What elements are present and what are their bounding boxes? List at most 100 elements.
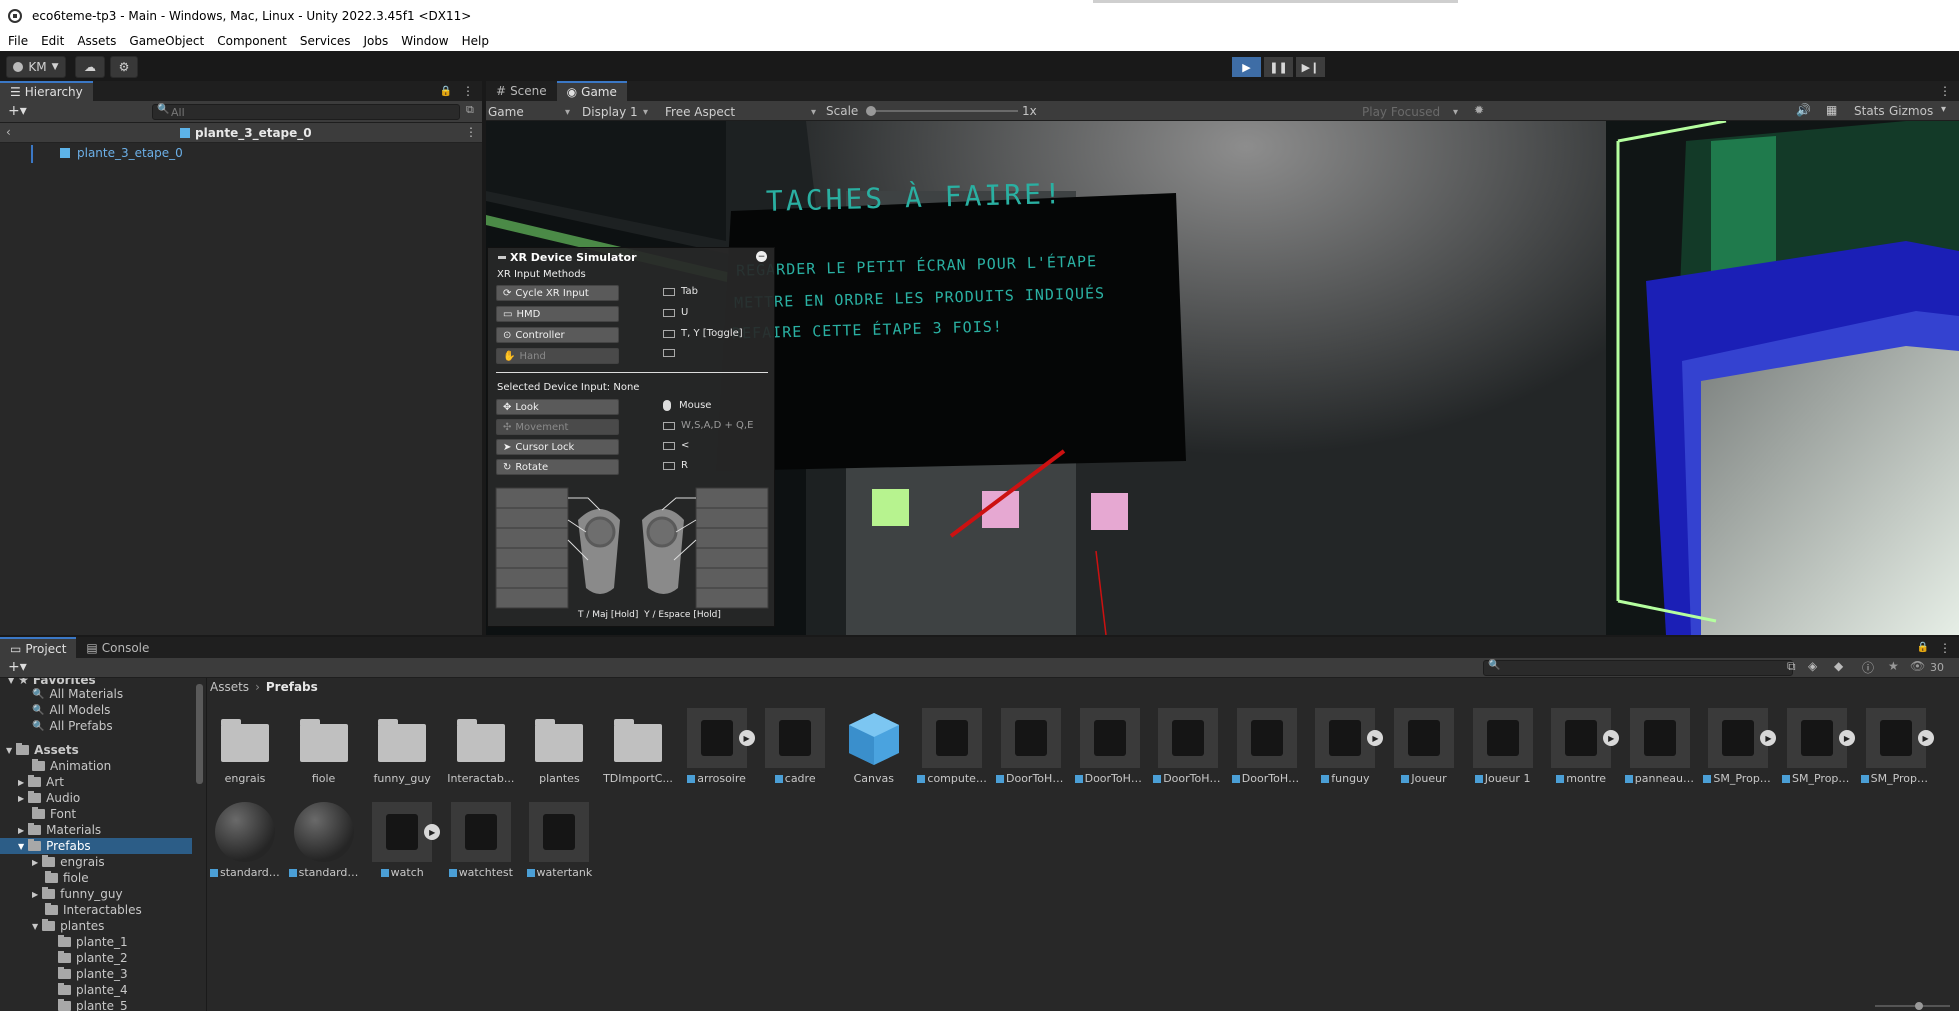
menu-gameobject[interactable]: GameObject — [129, 34, 204, 48]
audio-icon[interactable]: 🔊 — [1796, 103, 1811, 117]
asset-tile[interactable]: Joueur — [1389, 708, 1459, 785]
expand-prefab-icon[interactable]: ▶ — [1603, 730, 1620, 746]
tree-item-font[interactable]: Font — [0, 806, 192, 822]
expand-prefab-icon[interactable]: ▶ — [1917, 730, 1934, 746]
play-button[interactable]: ▶ — [1232, 57, 1261, 77]
tree-item-funny-guy[interactable]: ▶ funny_guy — [0, 886, 192, 902]
favorite-all-materials[interactable]: 🔍 All Materials — [0, 686, 192, 702]
expand-prefab-icon[interactable]: ▶ — [738, 730, 755, 746]
tab-scene[interactable]: # Scene — [486, 81, 557, 101]
asset-tile[interactable]: cadre — [760, 708, 830, 785]
menu-assets[interactable]: Assets — [77, 34, 116, 48]
aspect-dropdown[interactable]: Free Aspect — [663, 103, 818, 121]
hand-button[interactable]: ✋ Hand — [496, 348, 619, 364]
lock-icon[interactable]: 🔒 — [1917, 642, 1929, 653]
rotate-button[interactable]: ↻ Rotate — [496, 459, 619, 475]
bug-icon[interactable]: ✹ — [1474, 103, 1484, 117]
breadcrumb-prefabs[interactable]: Prefabs — [266, 680, 318, 694]
add-icon[interactable]: +▾ — [8, 659, 27, 675]
asset-tile[interactable]: engrais — [210, 708, 280, 785]
stats-button[interactable]: Stats — [1854, 104, 1885, 118]
hmd-button[interactable]: ▭ HMD — [496, 306, 619, 322]
tree-item-prefabs[interactable]: ▼ Prefabs — [0, 838, 192, 854]
visibility-icon[interactable]: 👁 — [1910, 659, 1925, 673]
tree-item-plante-1[interactable]: plante_1 — [0, 934, 192, 950]
more-menu-icon[interactable]: ⋮ — [1939, 641, 1951, 655]
asset-tile[interactable]: DoorToHal... — [1153, 708, 1223, 785]
search-by-type-icon[interactable]: ⧉ — [1787, 659, 1796, 674]
menu-help[interactable]: Help — [462, 34, 489, 48]
asset-tile[interactable]: ▶ funguy — [1310, 708, 1384, 785]
tree-item-plante-2[interactable]: plante_2 — [0, 950, 192, 966]
collapse-icon[interactable]: − — [756, 251, 767, 262]
asset-tile[interactable]: funny_guy — [367, 708, 437, 785]
tree-item-assets[interactable]: ▼ Assets — [0, 742, 192, 758]
asset-tile[interactable]: fiole — [289, 708, 359, 785]
expand-prefab-icon[interactable]: ▶ — [1760, 730, 1777, 746]
account-button[interactable]: KM ▼ — [6, 56, 66, 78]
scale-slider[interactable] — [866, 106, 1018, 116]
add-icon[interactable]: +▾ — [8, 103, 27, 119]
cloud-button[interactable]: ☁ — [75, 56, 105, 78]
asset-tile[interactable]: standardS... — [210, 802, 280, 879]
info-icon[interactable]: ⓘ — [1862, 659, 1874, 676]
menu-edit[interactable]: Edit — [41, 34, 64, 48]
display-dropdown[interactable]: Display 1 — [580, 103, 650, 121]
search-options-icon[interactable]: ⧉ — [466, 103, 474, 117]
menu-file[interactable]: File — [8, 34, 28, 48]
hierarchy-row[interactable]: plante_3_etape_0 — [0, 143, 482, 163]
asset-tile[interactable]: plantes — [524, 708, 594, 785]
asset-tile[interactable]: watertank — [524, 802, 594, 879]
back-chevron-icon[interactable]: ‹ — [6, 125, 11, 139]
cursor-lock-button[interactable]: ➤ Cursor Lock — [496, 439, 619, 455]
menu-jobs[interactable]: Jobs — [364, 34, 389, 48]
asset-tile[interactable]: ▶ SM_Prop_... — [1703, 708, 1777, 785]
step-button[interactable]: ▶❙ — [1296, 57, 1325, 77]
movement-button[interactable]: ✣ Movement — [496, 419, 619, 435]
tree-item-engrais[interactable]: ▶ engrais — [0, 854, 192, 870]
breadcrumb-more-icon[interactable]: ⋮ — [465, 125, 477, 139]
scale-slider-thumb[interactable] — [866, 106, 876, 116]
menu-window[interactable]: Window — [401, 34, 448, 48]
asset-tile[interactable]: ▶ SM_Prop_... — [1860, 708, 1934, 785]
gizmos-button[interactable]: Gizmos — [1889, 104, 1933, 118]
tree-item-plante-4[interactable]: plante_4 — [0, 982, 192, 998]
controller-button[interactable]: ⊙ Controller — [496, 327, 619, 343]
tab-game[interactable]: ◉ Game — [556, 81, 627, 101]
tree-item-audio[interactable]: ▶ Audio — [0, 790, 192, 806]
tree-item-plante-5[interactable]: plante_5 — [0, 998, 192, 1011]
tab-console[interactable]: ▤ Console — [76, 637, 159, 658]
tree-scrollbar[interactable] — [196, 684, 203, 784]
filter-type-icon[interactable]: ◈ — [1808, 659, 1817, 673]
asset-tile[interactable]: DoorToHal... — [1231, 708, 1302, 785]
expand-prefab-icon[interactable]: ▶ — [1367, 730, 1384, 746]
asset-tile[interactable]: TDImportC... — [603, 708, 673, 785]
asset-tile[interactable]: ▶ watch — [367, 802, 441, 879]
tab-hierarchy[interactable]: ☰ Hierarchy — [0, 81, 93, 101]
asset-tile[interactable]: ▶ arrosoire — [682, 708, 755, 785]
tree-item-plante-3[interactable]: plante_3 — [0, 966, 192, 982]
view-more-icon[interactable]: ⋮ — [1939, 84, 1951, 98]
look-button[interactable]: ✥ Look — [496, 399, 619, 415]
project-search-input[interactable] — [1483, 660, 1793, 676]
favorite-all-models[interactable]: 🔍 All Models — [0, 702, 192, 718]
more-menu-icon[interactable]: ⋮ — [462, 84, 474, 98]
tree-item-animation[interactable]: Animation — [0, 758, 192, 774]
tree-item-art[interactable]: ▶ Art — [0, 774, 192, 790]
favorite-all-prefabs[interactable]: 🔍 All Prefabs — [0, 718, 192, 734]
game-mode-dropdown[interactable]: Game — [486, 103, 572, 121]
asset-tile[interactable]: ▶ SM_Prop_... — [1782, 708, 1855, 785]
asset-tile[interactable]: DoorToHal... — [1074, 708, 1145, 785]
menu-component[interactable]: Component — [217, 34, 287, 48]
tree-item-materials[interactable]: ▶ Materials — [0, 822, 192, 838]
breadcrumb-assets[interactable]: Assets — [210, 680, 249, 694]
panel-splitter[interactable] — [206, 678, 207, 1011]
asset-tile[interactable]: panneau_... — [1624, 708, 1695, 785]
asset-tile[interactable]: watchtest — [446, 802, 516, 879]
asset-tile[interactable]: standardS... — [288, 802, 359, 879]
cycle-xr-input-button[interactable]: ⟳ Cycle XR Input — [496, 285, 619, 301]
tree-item-plantes[interactable]: ▼ plantes — [0, 918, 192, 934]
play-mode-dropdown[interactable]: Play Focused — [1360, 103, 1460, 121]
expand-prefab-icon[interactable]: ▶ — [1839, 730, 1855, 746]
asset-tile[interactable]: ▶ montre — [1546, 708, 1620, 785]
